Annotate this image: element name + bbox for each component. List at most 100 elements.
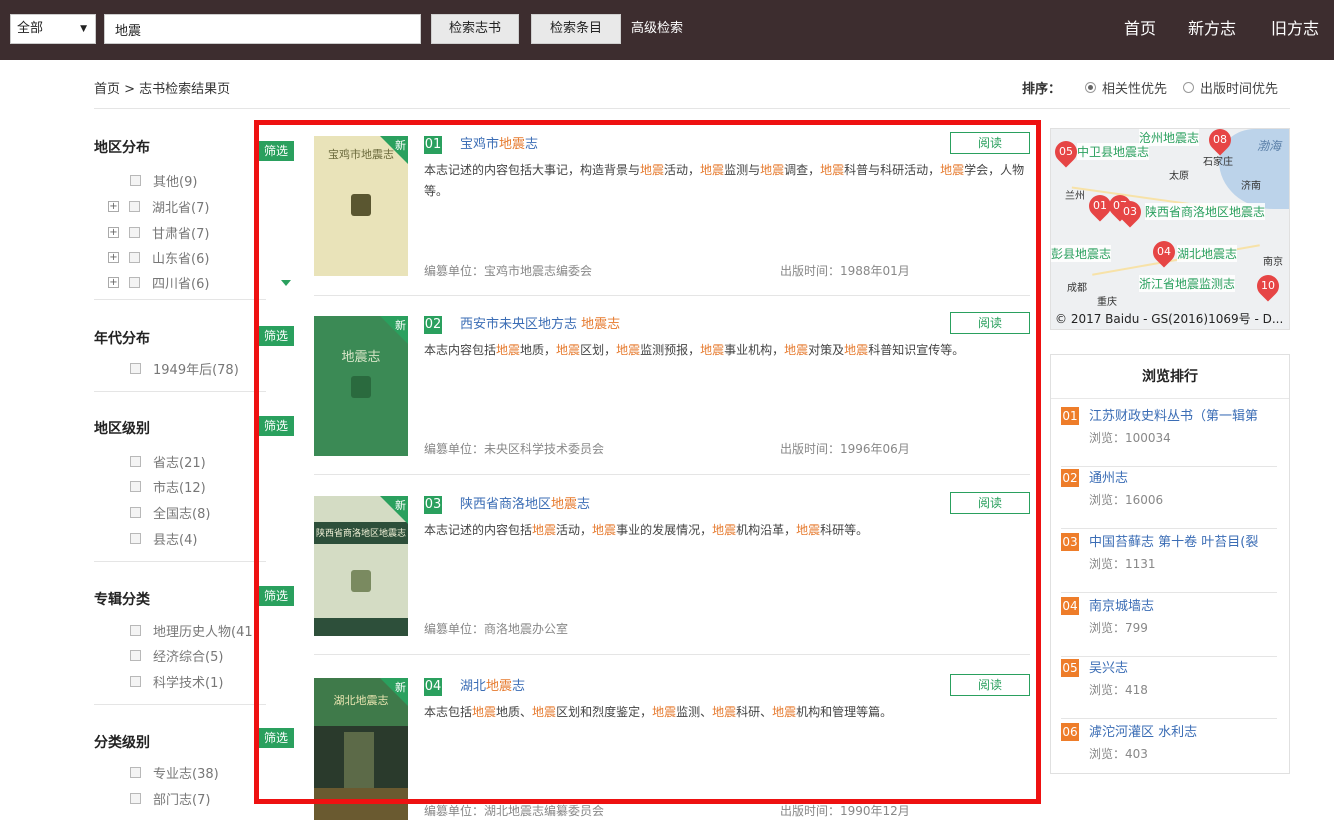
filter-tag-level[interactable]: 筛选	[258, 416, 294, 436]
search-input[interactable]	[104, 14, 421, 44]
ranking-item-title[interactable]: 通州志	[1089, 467, 1277, 486]
expand-plus-icon[interactable]: +	[108, 276, 119, 288]
filter-item[interactable]: 其他(9)	[130, 170, 197, 190]
checkbox-icon[interactable]	[130, 675, 141, 687]
city-label: 渤海	[1257, 139, 1282, 153]
search-books-button[interactable]: 检索志书	[431, 14, 519, 44]
result-title[interactable]: 陕西省商洛地区地震志	[460, 496, 590, 514]
filter-tag-category[interactable]: 筛选	[258, 728, 294, 748]
filter-item[interactable]: 地理历史人物(41	[130, 620, 253, 640]
filter-item[interactable]: 全国志(8)	[130, 502, 210, 522]
read-button[interactable]: 阅读	[950, 132, 1030, 154]
result-map[interactable]: 渤海 太原 石家庄 济南 兰州 成都 重庆 南京 沧州地震志 08 05 中卫县…	[1050, 128, 1290, 330]
filter-tag-era[interactable]: 筛选	[258, 326, 294, 346]
filter-item[interactable]: + 四川省(6)	[108, 272, 209, 292]
checkbox-icon[interactable]	[130, 362, 141, 374]
expand-plus-icon[interactable]: +	[108, 226, 119, 238]
map-label[interactable]: 浙江省地震监测志	[1139, 275, 1236, 292]
ranking-item[interactable]: 01 江苏财政史料丛书（第一辑第 浏览：100034	[1061, 405, 1277, 467]
title-highlight: 地震	[486, 679, 513, 694]
ranking-item-title[interactable]: 中国苔藓志 第十卷 叶苔目(裂	[1089, 531, 1277, 550]
filter-item[interactable]: + 山东省(6)	[108, 247, 209, 267]
advanced-search-link[interactable]: 高级检索	[631, 14, 683, 44]
radio-selected-icon[interactable]	[1084, 82, 1096, 93]
result-title[interactable]: 宝鸡市地震志	[460, 136, 538, 154]
checkbox-icon[interactable]	[130, 455, 141, 467]
filter-tag-album[interactable]: 筛选	[258, 586, 294, 606]
ranking-item-title[interactable]: 江苏财政史料丛书（第一辑第	[1089, 405, 1277, 424]
ranking-item-views: 浏览：403	[1089, 747, 1148, 761]
checkbox-icon[interactable]	[130, 174, 141, 186]
checkbox-icon[interactable]	[130, 506, 141, 518]
cover-title: 地震志	[341, 350, 381, 365]
checkbox-icon[interactable]	[129, 276, 140, 288]
book-cover[interactable]: 宝鸡市地震志 新	[314, 136, 408, 276]
result-title[interactable]: 湖北地震志	[460, 678, 525, 696]
checkbox-icon[interactable]	[130, 624, 141, 636]
read-button[interactable]: 阅读	[950, 312, 1030, 334]
ranking-item-views: 浏览：799	[1089, 621, 1148, 635]
chevron-down-icon: ▼	[80, 24, 87, 34]
title-text: 志	[512, 679, 526, 694]
filter-item[interactable]: 市志(12)	[130, 476, 206, 496]
filter-item[interactable]: 1949年后(78)	[130, 358, 239, 378]
map-label[interactable]: 陕西省商洛地区地震志	[1145, 203, 1266, 220]
filter-item[interactable]: 部门志(7)	[130, 788, 210, 808]
checkbox-icon[interactable]	[130, 649, 141, 661]
ranking-item[interactable]: 03 中国苔藓志 第十卷 叶苔目(裂 浏览：1131	[1061, 531, 1277, 593]
ranking-item-title[interactable]: 滹沱河灌区 水利志	[1089, 721, 1277, 740]
ranking-item-title[interactable]: 吴兴志	[1089, 657, 1277, 676]
map-label[interactable]: 中卫县地震志	[1077, 143, 1150, 160]
filter-item[interactable]: 省志(21)	[130, 451, 206, 471]
book-cover[interactable]: 陕西省商洛地区地震志 新	[314, 496, 408, 636]
checkbox-icon[interactable]	[129, 226, 140, 238]
result-title[interactable]: 西安市未央区地方志 地震志	[460, 316, 620, 334]
checkbox-icon[interactable]	[130, 766, 141, 778]
book-cover[interactable]: 地震志 新	[314, 316, 408, 456]
ranking-item[interactable]: 02 通州志 浏览：16006	[1061, 467, 1277, 529]
title-text: 志	[577, 497, 591, 512]
checkbox-icon[interactable]	[129, 251, 140, 263]
breadcrumb[interactable]: 首页 > 志书检索结果页	[94, 78, 230, 97]
checkbox-icon[interactable]	[130, 480, 141, 492]
filter-item[interactable]: + 甘肃省(7)	[108, 222, 209, 242]
filter-item[interactable]: + 湖北省(7)	[108, 196, 209, 216]
city-label: 济南	[1241, 181, 1261, 192]
rank-number: 01	[1061, 407, 1079, 425]
scope-select[interactable]: 全部 ▼	[10, 14, 96, 44]
ranking-item[interactable]: 04 南京城墙志 浏览：799	[1061, 595, 1277, 657]
sort-option-relevance[interactable]: 相关性优先	[1084, 78, 1167, 97]
filter-item[interactable]: 县志(4)	[130, 528, 197, 548]
map-label[interactable]: 湖北地震志	[1177, 245, 1238, 262]
filter-tag-region[interactable]: 筛选	[258, 141, 294, 161]
divider	[314, 474, 1030, 475]
result-description: 本志包括地震地质、地震区划和烈度鉴定，地震监测、地震科研、地震机构和管理等篇。	[424, 705, 893, 719]
sort-option-date[interactable]: 出版时间优先	[1182, 78, 1278, 97]
map-label[interactable]: 彭县地震志	[1051, 245, 1112, 262]
nav-new-gazetteers[interactable]: 新方志	[1188, 14, 1236, 44]
divider	[94, 561, 266, 562]
search-entries-button[interactable]: 检索条目	[531, 14, 621, 44]
ranking-item[interactable]: 05 吴兴志 浏览：418	[1061, 657, 1277, 719]
nav-old-gazetteers[interactable]: 旧方志	[1271, 14, 1319, 44]
ranking-title: 浏览排行	[1051, 355, 1289, 399]
expand-plus-icon[interactable]: +	[108, 251, 119, 263]
filter-item-label: 其他(9)	[153, 174, 198, 190]
divider	[94, 299, 266, 300]
ranking-item[interactable]: 06 滹沱河灌区 水利志 浏览：403	[1061, 721, 1277, 783]
checkbox-icon[interactable]	[130, 532, 141, 544]
filter-item[interactable]: 科学技术(1)	[130, 671, 223, 691]
read-button[interactable]: 阅读	[950, 674, 1030, 696]
read-button[interactable]: 阅读	[950, 492, 1030, 514]
checkbox-icon[interactable]	[129, 200, 140, 212]
map-pin[interactable]: 10	[1252, 270, 1284, 302]
radio-icon[interactable]	[1182, 82, 1194, 93]
expand-more-icon[interactable]	[281, 280, 291, 286]
expand-plus-icon[interactable]: +	[108, 200, 119, 212]
filter-item[interactable]: 经济综合(5)	[130, 645, 223, 665]
book-cover[interactable]: 湖北地震志 新	[314, 678, 408, 820]
nav-home[interactable]: 首页	[1124, 14, 1156, 44]
checkbox-icon[interactable]	[130, 792, 141, 804]
filter-item[interactable]: 专业志(38)	[130, 762, 219, 782]
ranking-item-title[interactable]: 南京城墙志	[1089, 595, 1277, 614]
